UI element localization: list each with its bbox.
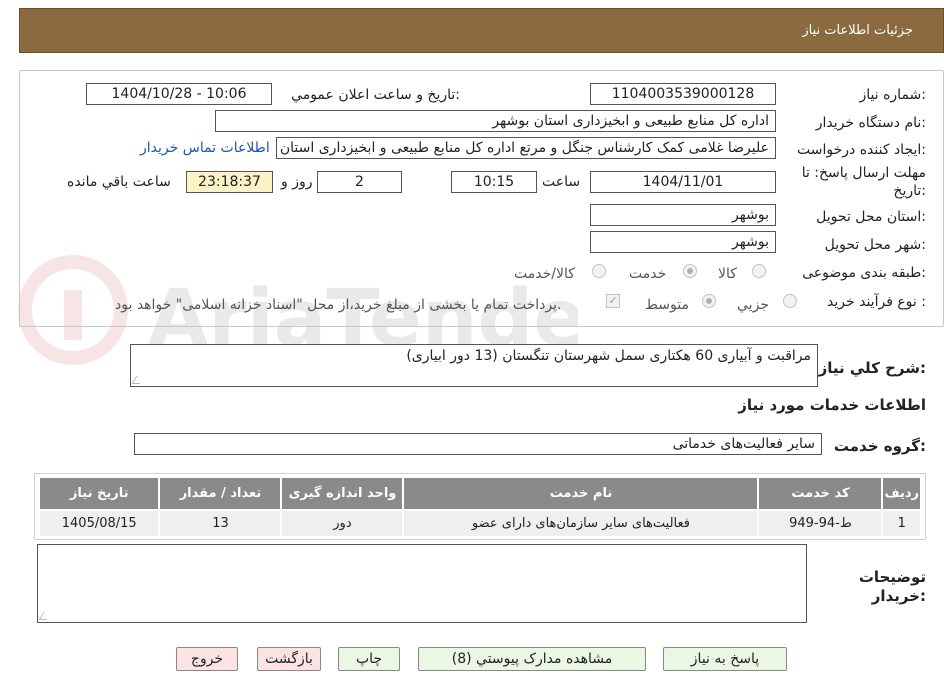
service-group-field: سایر فعالیت‌های خدماتی bbox=[134, 433, 822, 455]
buyer-notes-label: توضیحات bbox=[858, 568, 926, 586]
category-option-goods: کالا bbox=[718, 266, 737, 282]
process-radio-medium[interactable] bbox=[702, 294, 716, 308]
process-radio-minor[interactable] bbox=[783, 294, 797, 308]
buyer-org-field: اداره کل منابع طبیعی و ابخیزداری استان ب… bbox=[215, 110, 776, 132]
category-option-service: خدمت bbox=[629, 266, 667, 282]
need-details-panel bbox=[19, 70, 944, 327]
services-section-title: اطلاعات خدمات مورد نیاز bbox=[738, 396, 926, 414]
deadline-date-field: 1404/11/01 bbox=[590, 171, 776, 193]
cell-need-date: 1405/08/15 bbox=[37, 509, 161, 538]
need-number-label: شماره نیاز: bbox=[859, 87, 926, 103]
process-option-minor: جزیي bbox=[737, 297, 769, 313]
city-field: بوشهر bbox=[590, 231, 776, 253]
print-button[interactable]: چاپ bbox=[338, 647, 400, 671]
description-textarea: مراقبت و آبیاری 60 هکتاری سمل شهرستان تن… bbox=[130, 344, 818, 387]
category-radio-service[interactable] bbox=[683, 264, 697, 278]
col-header-row: ردیف bbox=[881, 476, 922, 511]
announce-label: تاریخ و ساعت اعلان عمومي: bbox=[291, 87, 460, 103]
requester-label: ایجاد کننده درخواست: bbox=[797, 142, 926, 158]
back-button[interactable]: بازگشت bbox=[257, 647, 321, 671]
description-text: مراقبت و آبیاری 60 هکتاری سمل شهرستان تن… bbox=[406, 348, 811, 364]
col-header-name: نام خدمت bbox=[402, 476, 760, 511]
treasury-payment-note: پرداخت تمام یا بخشی از مبلغ خرید،از محل … bbox=[115, 297, 562, 313]
page-title: جزئیات اطلاعات نیاز bbox=[802, 23, 913, 38]
cell-service-name: فعالیت‌های سایر سازمان‌های دارای عضو bbox=[402, 509, 760, 538]
table-row: 1 ط-94-949 فعالیت‌های سایر سازمان‌های دا… bbox=[37, 509, 922, 538]
category-option-goods-service: کالا/خدمت bbox=[514, 266, 575, 282]
cell-row-number: 1 bbox=[881, 509, 922, 538]
treasury-checkbox[interactable]: ✓ bbox=[606, 294, 620, 308]
deadline-time-label: ساعت bbox=[542, 174, 581, 190]
buyer-contact-link[interactable]: اطلاعات تماس خریدار bbox=[140, 140, 270, 156]
province-field: بوشهر bbox=[590, 204, 776, 226]
services-table: ردیف کد خدمت نام خدمت واحد اندازه گیری ت… bbox=[37, 476, 922, 538]
remaining-time-label: ساعت باقي مانده bbox=[67, 174, 171, 190]
col-header-date: تاریخ نیاز bbox=[37, 476, 161, 511]
city-label: شهر محل تحویل: bbox=[824, 237, 926, 253]
category-radio-goods-service[interactable] bbox=[592, 264, 606, 278]
deadline-days-label: روز و bbox=[281, 174, 313, 190]
announce-field: 1404/10/28 - 10:06 bbox=[86, 83, 272, 105]
need-number-field: 1104003539000128 bbox=[590, 83, 776, 105]
category-radio-goods[interactable] bbox=[752, 264, 766, 278]
deadline-time-field: 10:15 bbox=[451, 171, 537, 193]
process-option-medium: متوسط bbox=[645, 297, 689, 313]
page-header: جزئیات اطلاعات نیاز bbox=[19, 8, 944, 53]
deadline-label-date: تاریخ: bbox=[893, 183, 926, 199]
resize-grip-icon[interactable] bbox=[131, 376, 145, 384]
service-group-label: گروه خدمت: bbox=[833, 437, 926, 455]
deadline-label: مهلت ارسال پاسخ: تا bbox=[801, 165, 926, 181]
requester-field: علیرضا غلامی کمک کارشناس جنگل و مرتع ادا… bbox=[276, 137, 776, 159]
buyer-notes-label-2: خریدار: bbox=[871, 587, 926, 605]
process-label: نوع فرآیند خرید : bbox=[827, 294, 926, 310]
remaining-time-field: 23:18:37 bbox=[186, 171, 273, 193]
resize-grip-icon[interactable] bbox=[38, 612, 52, 620]
cell-service-code: ط-94-949 bbox=[757, 509, 884, 538]
col-header-code: کد خدمت bbox=[757, 476, 884, 511]
buyer-notes-textarea[interactable] bbox=[37, 544, 807, 623]
description-label: شرح کلي نیاز: bbox=[818, 359, 926, 377]
attachments-button[interactable]: مشاهده مدارک پیوستي (8) bbox=[418, 647, 646, 671]
col-header-qty: تعداد / مقدار bbox=[158, 476, 283, 511]
category-label: طبقه بندی موضوعی: bbox=[802, 265, 926, 281]
col-header-unit: واحد اندازه گیری bbox=[280, 476, 405, 511]
province-label: استان محل تحویل: bbox=[816, 209, 926, 225]
reply-button[interactable]: پاسخ به نیاز bbox=[663, 647, 787, 671]
exit-button[interactable]: خروج bbox=[176, 647, 238, 671]
cell-unit: دور bbox=[280, 509, 405, 538]
cell-quantity: 13 bbox=[158, 509, 283, 538]
deadline-days-field: 2 bbox=[317, 171, 402, 193]
buyer-org-label: نام دستگاه خریدار: bbox=[815, 115, 926, 131]
